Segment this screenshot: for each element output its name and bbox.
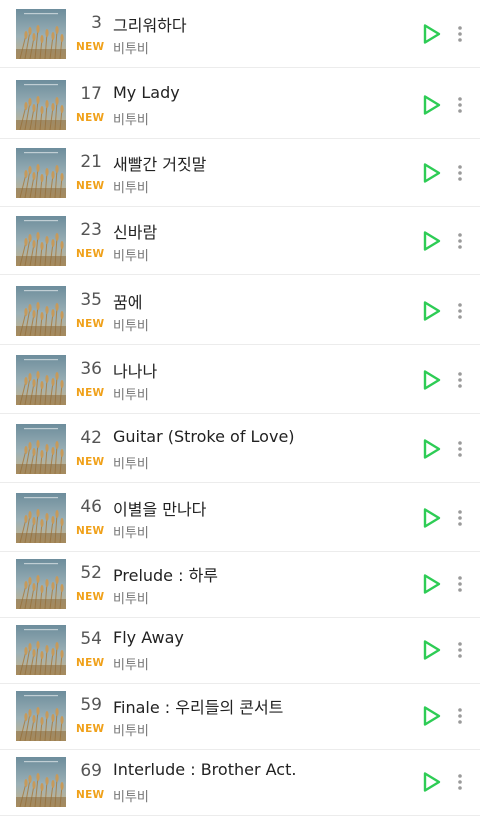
new-badge: NEW xyxy=(76,248,105,260)
more-options-icon[interactable] xyxy=(454,439,466,459)
artist-name[interactable]: 비투비 xyxy=(113,245,413,264)
more-options-icon[interactable] xyxy=(454,370,466,390)
play-icon[interactable] xyxy=(422,369,442,391)
album-art[interactable] xyxy=(16,9,66,59)
song-row[interactable]: 23 NEW 신바람 비투비 xyxy=(0,207,480,275)
album-art[interactable] xyxy=(16,757,66,807)
song-title[interactable]: Interlude : Brother Act. xyxy=(113,760,413,779)
chart-rank: 36 xyxy=(80,359,102,379)
play-icon[interactable] xyxy=(422,23,442,45)
more-options-icon[interactable] xyxy=(454,163,466,183)
song-title[interactable]: My Lady xyxy=(113,83,413,102)
new-badge: NEW xyxy=(76,180,105,192)
album-art[interactable] xyxy=(16,625,66,675)
chart-rank: 23 xyxy=(80,220,102,240)
song-row[interactable]: 46 NEW 이별을 만나다 비투비 xyxy=(0,484,480,552)
play-icon[interactable] xyxy=(422,230,442,252)
play-icon[interactable] xyxy=(422,438,442,460)
chart-rank: 69 xyxy=(80,761,102,781)
song-row[interactable]: 54 NEW Fly Away 비투비 xyxy=(0,616,480,684)
chart-rank: 42 xyxy=(80,428,102,448)
album-art[interactable] xyxy=(16,148,66,198)
song-title[interactable]: Fly Away xyxy=(113,628,413,647)
play-icon[interactable] xyxy=(422,94,442,116)
album-art[interactable] xyxy=(16,80,66,130)
song-title[interactable]: 신바람 xyxy=(113,219,413,243)
more-options-icon[interactable] xyxy=(454,231,466,251)
song-row[interactable]: 17 NEW My Lady 비투비 xyxy=(0,71,480,139)
new-badge: NEW xyxy=(76,112,105,124)
more-options-icon[interactable] xyxy=(454,574,466,594)
album-art[interactable] xyxy=(16,559,66,609)
album-art[interactable] xyxy=(16,493,66,543)
album-art[interactable] xyxy=(16,286,66,336)
chart-rank: 3 xyxy=(91,13,102,33)
new-badge: NEW xyxy=(76,456,105,468)
new-badge: NEW xyxy=(76,525,105,537)
artist-name[interactable]: 비투비 xyxy=(113,109,413,128)
more-options-icon[interactable] xyxy=(454,640,466,660)
more-options-icon[interactable] xyxy=(454,24,466,44)
more-options-icon[interactable] xyxy=(454,772,466,792)
song-row[interactable]: 42 NEW Guitar (Stroke of Love) 비투비 xyxy=(0,415,480,483)
new-badge: NEW xyxy=(76,657,105,669)
play-icon[interactable] xyxy=(422,573,442,595)
song-row[interactable]: 52 NEW Prelude : 하루 비투비 xyxy=(0,550,480,618)
song-title[interactable]: 새빨간 거짓말 xyxy=(113,151,413,175)
chart-rank: 21 xyxy=(80,152,102,172)
album-art[interactable] xyxy=(16,424,66,474)
play-icon[interactable] xyxy=(422,771,442,793)
song-row[interactable]: 59 NEW Finale : 우리들의 콘서트 비투비 xyxy=(0,682,480,750)
song-title[interactable]: 그리워하다 xyxy=(113,12,413,36)
chart-rank: 54 xyxy=(80,629,102,649)
more-options-icon[interactable] xyxy=(454,301,466,321)
play-icon[interactable] xyxy=(422,162,442,184)
artist-name[interactable]: 비투비 xyxy=(113,588,413,607)
new-badge: NEW xyxy=(76,318,105,330)
song-row[interactable]: 21 NEW 새빨간 거짓말 비투비 xyxy=(0,139,480,207)
chart-rank: 17 xyxy=(80,84,102,104)
song-row[interactable]: 3 NEW 그리워하다 비투비 xyxy=(0,0,480,68)
more-options-icon[interactable] xyxy=(454,95,466,115)
play-icon[interactable] xyxy=(422,300,442,322)
artist-name[interactable]: 비투비 xyxy=(113,315,413,334)
song-row[interactable]: 36 NEW 나나나 비투비 xyxy=(0,346,480,414)
new-badge: NEW xyxy=(76,789,105,801)
chart-rank: 52 xyxy=(80,563,102,583)
new-badge: NEW xyxy=(76,41,105,53)
new-badge: NEW xyxy=(76,723,105,735)
artist-name[interactable]: 비투비 xyxy=(113,720,413,739)
new-badge: NEW xyxy=(76,387,105,399)
album-art[interactable] xyxy=(16,691,66,741)
chart-rank: 46 xyxy=(80,497,102,517)
artist-name[interactable]: 비투비 xyxy=(113,384,413,403)
song-title[interactable]: Prelude : 하루 xyxy=(113,562,413,586)
song-list: 3 NEW 그리워하다 비투비 17 NEW My Lady 비투비 21 NE… xyxy=(0,0,480,816)
artist-name[interactable]: 비투비 xyxy=(113,786,413,805)
song-title[interactable]: 이별을 만나다 xyxy=(113,496,413,520)
artist-name[interactable]: 비투비 xyxy=(113,453,413,472)
artist-name[interactable]: 비투비 xyxy=(113,177,413,196)
artist-name[interactable]: 비투비 xyxy=(113,654,413,673)
song-title[interactable]: 꿈에 xyxy=(113,289,413,313)
song-row[interactable]: 69 NEW Interlude : Brother Act. 비투비 xyxy=(0,748,480,816)
play-icon[interactable] xyxy=(422,705,442,727)
song-title[interactable]: Guitar (Stroke of Love) xyxy=(113,427,413,446)
song-row[interactable]: 35 NEW 꿈에 비투비 xyxy=(0,277,480,345)
play-icon[interactable] xyxy=(422,639,442,661)
chart-rank: 59 xyxy=(80,695,102,715)
play-icon[interactable] xyxy=(422,507,442,529)
artist-name[interactable]: 비투비 xyxy=(113,522,413,541)
new-badge: NEW xyxy=(76,591,105,603)
song-title[interactable]: 나나나 xyxy=(113,358,413,382)
album-art[interactable] xyxy=(16,355,66,405)
artist-name[interactable]: 비투비 xyxy=(113,38,413,57)
more-options-icon[interactable] xyxy=(454,508,466,528)
song-title[interactable]: Finale : 우리들의 콘서트 xyxy=(113,694,413,718)
album-art[interactable] xyxy=(16,216,66,266)
more-options-icon[interactable] xyxy=(454,706,466,726)
chart-rank: 35 xyxy=(80,290,102,310)
